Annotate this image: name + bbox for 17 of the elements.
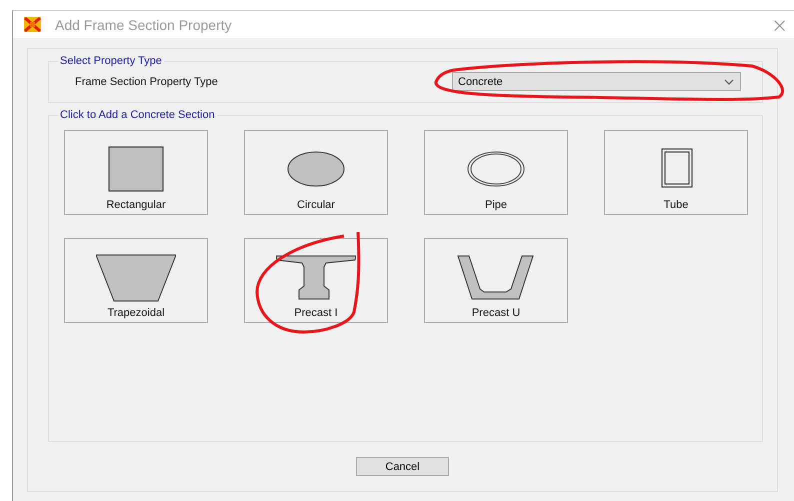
- field-label: Frame Section Property Type: [75, 76, 219, 88]
- section-button[interactable]: Rectangular: [64, 130, 208, 215]
- group-title: Select Property Type: [59, 55, 163, 67]
- close-button[interactable]: ×: [771, 12, 794, 36]
- property-type-dropdown[interactable]: Concrete: [452, 72, 741, 91]
- section-button[interactable]: Circular: [244, 130, 388, 215]
- section-button[interactable]: Tube: [604, 130, 748, 215]
- group-title: Click to Add a Concrete Section: [59, 109, 216, 121]
- chevron-down-icon: [724, 78, 734, 84]
- window-title: Add Frame Section Property: [55, 16, 233, 32]
- trapezoid-icon: [96, 253, 176, 303]
- section-button[interactable]: Pipe: [424, 130, 568, 215]
- section-button[interactable]: Precast I: [244, 238, 388, 323]
- cancel-button[interactable]: Cancel: [356, 457, 449, 476]
- section-button[interactable]: Precast U: [424, 238, 568, 323]
- section-button[interactable]: Trapezoidal: [64, 238, 208, 323]
- app-logo-icon: [24, 17, 41, 32]
